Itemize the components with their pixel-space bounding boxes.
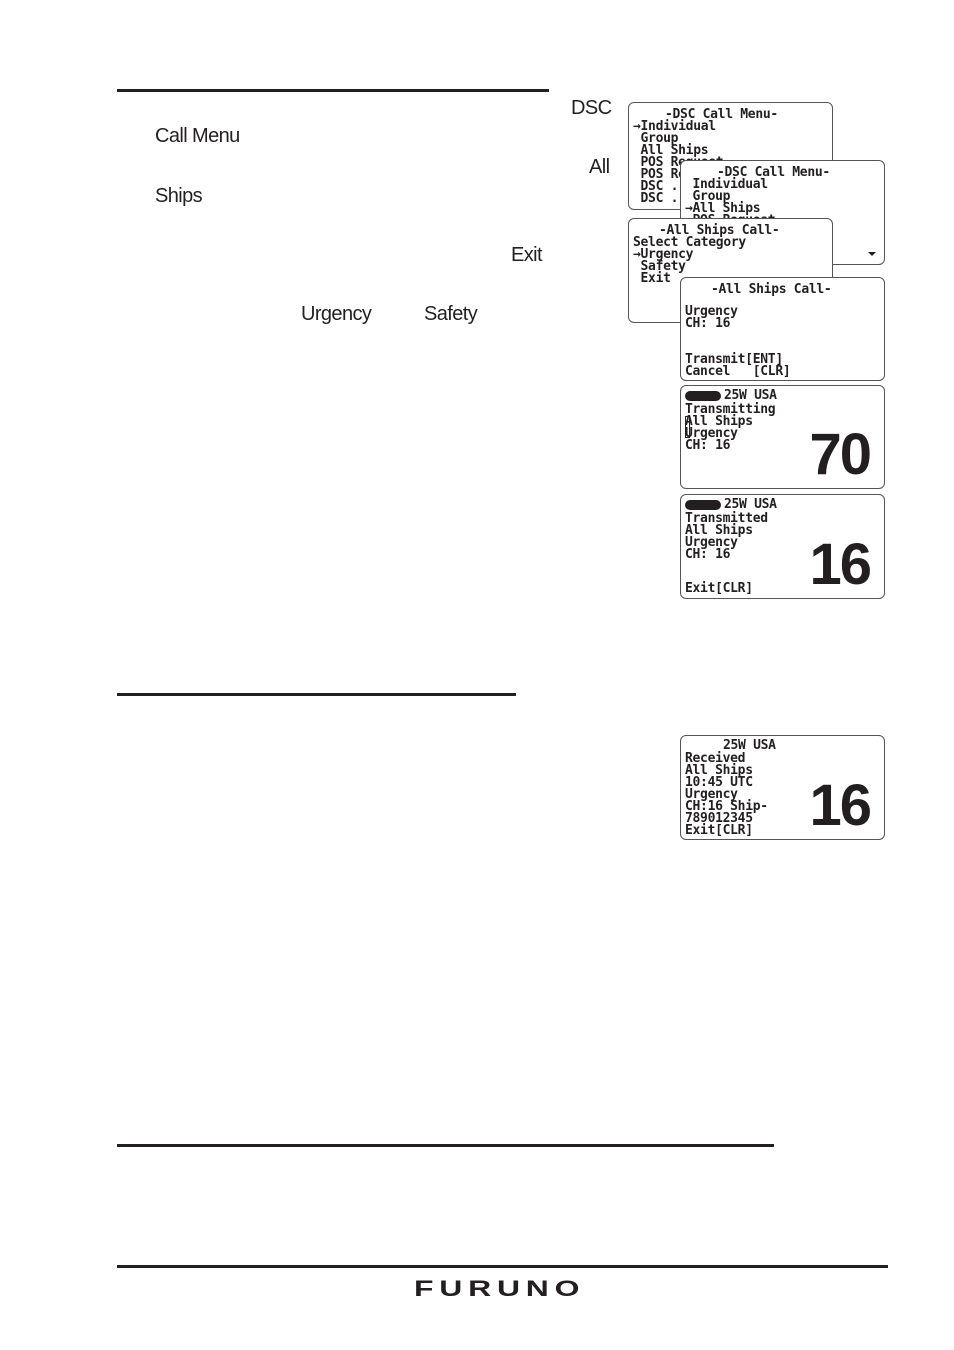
footer-rule bbox=[117, 1265, 888, 1268]
text-all: All bbox=[589, 156, 610, 178]
exit-hint: Exit[CLR] bbox=[685, 581, 753, 596]
exit-hint: Exit[CLR] bbox=[685, 823, 753, 838]
busy-badge-icon bbox=[685, 390, 721, 401]
cancel-hint: Cancel [CLR] bbox=[685, 364, 791, 379]
lcd-all-ships-confirm: -All Ships Call- Urgency CH: 16 Transmit… bbox=[680, 277, 885, 381]
text-call-menu: Call Menu bbox=[155, 125, 240, 147]
section-rule-2 bbox=[117, 693, 516, 696]
text-dsc: DSC bbox=[571, 97, 612, 119]
status-line: 25W USA bbox=[685, 388, 777, 403]
lcd-transmitting: 25W USA Transmitting All Ships Urgency C… bbox=[680, 385, 885, 489]
busy-badge-icon bbox=[685, 499, 721, 510]
power-region-status: 25W USA bbox=[724, 388, 777, 403]
text-safety: Safety bbox=[424, 303, 478, 325]
channel-value: CH: 16 bbox=[685, 547, 731, 562]
text-exit: Exit bbox=[511, 244, 543, 266]
option-exit: Exit bbox=[633, 271, 671, 286]
furuno-logo: FURUNO bbox=[414, 1276, 586, 1301]
section-rule-3 bbox=[117, 1144, 774, 1147]
channel-number-large: 70 bbox=[809, 422, 871, 487]
lcd-received: 25W USA Received All Ships 10:45 UTC Urg… bbox=[680, 735, 885, 840]
power-region-status: 25W USA bbox=[724, 497, 777, 512]
lcd-transmitted: 25W USA Transmitted All Ships Urgency CH… bbox=[680, 494, 885, 599]
channel-number-large: 16 bbox=[809, 773, 871, 838]
cursor-block-icon bbox=[685, 416, 690, 438]
lcd-title: -All Ships Call- bbox=[711, 282, 832, 297]
channel-number-large: 16 bbox=[809, 532, 871, 597]
channel-value: CH: 16 bbox=[685, 438, 731, 453]
section-rule-1 bbox=[117, 89, 549, 92]
text-ships: Ships bbox=[155, 185, 203, 207]
status-line: 25W USA bbox=[685, 497, 777, 512]
channel-value: CH: 16 bbox=[685, 316, 731, 331]
text-urgency: Urgency bbox=[301, 303, 372, 325]
scroll-down-arrow-icon bbox=[868, 252, 876, 256]
